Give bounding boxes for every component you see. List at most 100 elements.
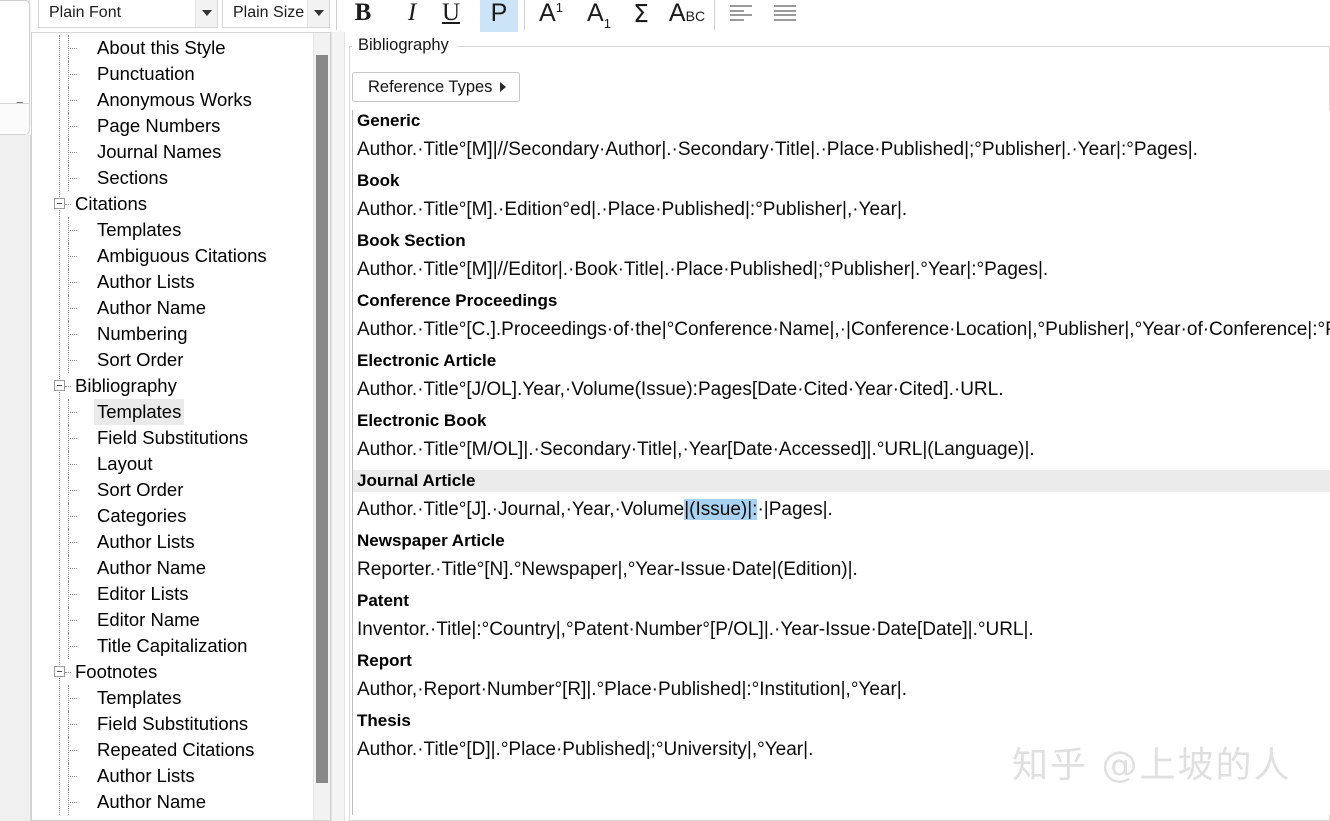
sidebar-item-label: Field Substitutions: [97, 713, 249, 734]
template-row[interactable]: Journal Article Author.·Title°[J].·Journa…: [353, 470, 1330, 530]
tree-collapse-icon[interactable]: [54, 666, 65, 677]
sidebar-item-layout[interactable]: Layout: [32, 451, 310, 477]
bold-button[interactable]: B: [344, 0, 382, 32]
template-pattern[interactable]: Author.·Title°[M]|//Editor|.·Book·Title|…: [353, 252, 1330, 290]
sidebar-item-footnotes[interactable]: Footnotes: [32, 659, 310, 685]
sidebar-item-templates[interactable]: Templates: [32, 399, 310, 425]
sidebar-item-author-lists[interactable]: Author Lists: [32, 529, 310, 555]
sidebar-item-sort-order[interactable]: Sort Order: [32, 477, 310, 503]
sidebar-item-label: Bibliography: [75, 375, 177, 396]
left-window-gutter: [0, 135, 31, 821]
template-pattern[interactable]: Author.·Title°[M/OL]|.·Secondary·Title|,…: [353, 432, 1330, 470]
align-justify-button[interactable]: [766, 0, 804, 32]
reference-types-button[interactable]: Reference Types: [352, 72, 521, 102]
left-overflow-dropdown-footer[interactable]: [0, 103, 30, 135]
sidebar-item-label: Author Name: [97, 297, 206, 318]
sidebar-item-anonymous-works[interactable]: Anonymous Works: [32, 87, 310, 113]
template-pattern[interactable]: Author.·Title°[C.].Proceedings·of·the|°C…: [353, 312, 1330, 350]
sidebar-item-author-lists[interactable]: Author Lists: [32, 269, 310, 295]
template-pattern[interactable]: Author.·Title°[M]|//Secondary·Author|.·S…: [353, 132, 1330, 170]
sidebar-item-page-numbers[interactable]: Page Numbers: [32, 113, 310, 139]
sidebar-item-label: Anonymous Works: [97, 89, 252, 110]
tree-collapse-icon[interactable]: [54, 380, 65, 391]
style-sections-tree[interactable]: About this Style Punctuation Anonymous Wor…: [32, 35, 310, 815]
template-pattern[interactable]: Author,·Report·Number°[R]|.°Place·Publis…: [353, 672, 1330, 710]
font-combo[interactable]: Plain Font: [38, 0, 218, 28]
sidebar-item-templates[interactable]: Templates: [32, 685, 310, 711]
template-row[interactable]: Electronic Book Author.·Title°[M/OL]|.·Se…: [353, 410, 1330, 470]
sidebar-item-label: Numbering: [97, 323, 188, 344]
sidebar-item-label: Title Capitalization: [97, 635, 248, 656]
sidebar-item-author-lists[interactable]: Author Lists: [32, 763, 310, 789]
sidebar-item-templates[interactable]: Templates: [32, 217, 310, 243]
subscript-button[interactable]: A1: [580, 0, 618, 32]
template-pattern[interactable]: Author.·Title°[J].·Journal,·Year,·Volume…: [353, 492, 1330, 530]
sidebar-item-field-substitutions[interactable]: Field Substitutions: [32, 425, 310, 451]
sidebar-item-repeated-citations[interactable]: Repeated Citations: [32, 737, 310, 763]
template-row[interactable]: Conference Proceedings Author.·Title°[C.]…: [353, 290, 1330, 350]
template-row[interactable]: Patent Inventor.·Title|:°Country|,°Patent…: [353, 590, 1330, 650]
template-pattern-text: Author.·Title°[C.].Proceedings·of·the|°C…: [357, 319, 1330, 340]
template-row[interactable]: Newspaper Article Reporter.·Title°[N].°Ne…: [353, 530, 1330, 590]
template-pattern[interactable]: Author.·Title°[J/OL].Year,·Volume(Issue)…: [353, 372, 1330, 410]
superscript-button[interactable]: A1: [532, 0, 570, 32]
sidebar-item-punctuation[interactable]: Punctuation: [32, 61, 310, 87]
sidebar-item-bibliography[interactable]: Bibliography: [32, 373, 310, 399]
reference-type-heading[interactable]: Conference Proceedings: [353, 290, 1330, 312]
sidebar-item-about-this-style[interactable]: About this Style: [32, 35, 310, 61]
sidebar-item-label: Repeated Citations: [97, 739, 255, 760]
template-row[interactable]: Report Author,·Report·Number°[R]|.°Place·…: [353, 650, 1330, 710]
size-combo-arrow[interactable]: [307, 0, 329, 27]
spellcheck-button[interactable]: ABC: [663, 0, 711, 32]
tree-guide-elbow: [68, 620, 77, 621]
sidebar-item-categories[interactable]: Categories: [32, 503, 310, 529]
tree-collapse-icon[interactable]: [54, 198, 65, 209]
reference-type-heading[interactable]: Generic: [353, 110, 1330, 132]
align-left-button[interactable]: [722, 0, 760, 32]
sidebar-item-journal-names[interactable]: Journal Names: [32, 139, 310, 165]
reference-type-heading[interactable]: Thesis: [353, 710, 1330, 732]
sidebar-item-author-name[interactable]: Author Name: [32, 555, 310, 581]
sidebar-item-author-name[interactable]: Author Name: [32, 789, 310, 815]
window-vertical-scroll-track[interactable]: [331, 32, 345, 821]
templates-list[interactable]: Generic Author.·Title°[M]|//Secondary·Aut…: [352, 110, 1330, 815]
template-pattern[interactable]: Reporter.·Title°[N].°Newspaper|,°Year-Is…: [353, 552, 1330, 590]
underline-button[interactable]: U: [432, 0, 470, 32]
reference-type-heading[interactable]: Newspaper Article: [353, 530, 1330, 552]
tree-scrollbar-thumb[interactable]: [316, 55, 328, 783]
sidebar-item-sort-order[interactable]: Sort Order: [32, 347, 310, 373]
reference-type-heading[interactable]: Journal Article: [353, 470, 1330, 492]
reference-type-heading[interactable]: Book Section: [353, 230, 1330, 252]
reference-type-heading[interactable]: Patent: [353, 590, 1330, 612]
reference-type-heading[interactable]: Book: [353, 170, 1330, 192]
template-pattern[interactable]: Inventor.·Title|:°Country|,°Patent·Numbe…: [353, 612, 1330, 650]
template-row[interactable]: Generic Author.·Title°[M]|//Secondary·Aut…: [353, 110, 1330, 170]
plain-text-button[interactable]: P: [480, 0, 518, 32]
sidebar-item-numbering[interactable]: Numbering: [32, 321, 310, 347]
sidebar-item-sections[interactable]: Sections: [32, 165, 310, 191]
sidebar-item-title-capitalization[interactable]: Title Capitalization: [32, 633, 310, 659]
template-row[interactable]: Electronic Article Author.·Title°[J/OL].Y…: [353, 350, 1330, 410]
sidebar-item-editor-lists[interactable]: Editor Lists: [32, 581, 310, 607]
reference-type-heading[interactable]: Electronic Book: [353, 410, 1330, 432]
chevron-down-icon: [201, 10, 212, 16]
template-row[interactable]: Book Author.·Title°[M].·Edition°ed|.·Plac…: [353, 170, 1330, 230]
sidebar-item-citations[interactable]: Citations: [32, 191, 310, 217]
italic-button[interactable]: I: [393, 0, 431, 32]
font-combo-arrow[interactable]: [195, 0, 217, 27]
sidebar-item-editor-name[interactable]: Editor Name: [32, 607, 310, 633]
reference-type-heading[interactable]: Electronic Article: [353, 350, 1330, 372]
template-row[interactable]: Book Section Author.·Title°[M]|//Editor|.…: [353, 230, 1330, 290]
tree-guide-elbow: [68, 516, 77, 517]
insert-symbol-button[interactable]: Σ: [622, 0, 660, 32]
tree-guide-elbow: [68, 126, 77, 127]
sidebar-item-ambiguous-citations[interactable]: Ambiguous Citations: [32, 243, 310, 269]
template-pattern-text: Reporter.·Title°[N].°Newspaper|,°Year-Is…: [357, 559, 858, 580]
template-pattern[interactable]: Author.·Title°[M].·Edition°ed|.·Place·Pu…: [353, 192, 1330, 230]
tree-vertical-scrollbar[interactable]: [313, 33, 330, 820]
sidebar-item-author-name[interactable]: Author Name: [32, 295, 310, 321]
reference-type-heading[interactable]: Report: [353, 650, 1330, 672]
style-sections-tree-panel: About this Style Punctuation Anonymous Wor…: [31, 32, 331, 821]
sidebar-item-field-substitutions[interactable]: Field Substitutions: [32, 711, 310, 737]
size-combo[interactable]: Plain Size: [222, 0, 330, 28]
